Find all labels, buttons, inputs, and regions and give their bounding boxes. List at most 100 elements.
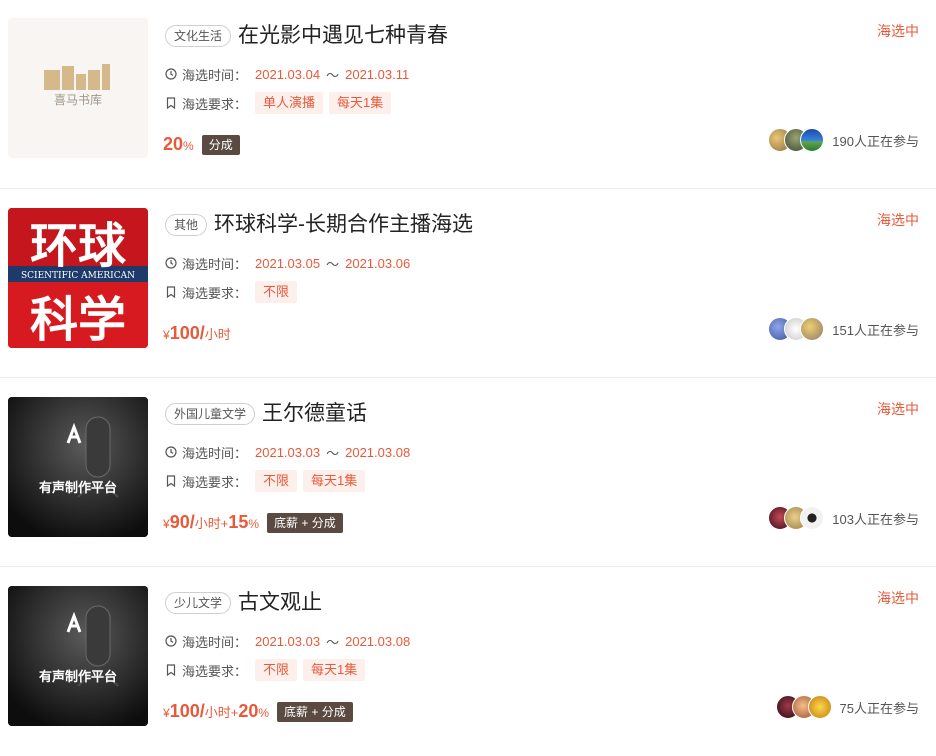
requirements-row: 海选要求： 单人演播 每天1集 xyxy=(165,92,392,114)
reward-share-unit: % xyxy=(258,706,270,720)
currency-symbol: ¥ xyxy=(163,517,170,531)
audition-time-row: 海选时间： 2021.03.05 ～ 2021.03.06 xyxy=(165,252,410,274)
clock-icon xyxy=(165,68,177,80)
participant-count: 75人正在参与 xyxy=(839,700,919,716)
avatar xyxy=(800,506,825,530)
date-separator: ～ xyxy=(326,634,340,650)
avatar-group xyxy=(768,128,825,152)
status-label: 海选中 xyxy=(877,23,919,39)
reward-unit: 小时+ xyxy=(204,705,239,720)
date-end: 2021.03.08 xyxy=(345,633,411,649)
reward-unit: % xyxy=(183,139,194,153)
reward-type-badge: 分成 xyxy=(201,134,240,155)
cover-text: 有声制作平台 xyxy=(39,669,117,685)
item-title[interactable]: 王尔德童话 xyxy=(262,402,367,426)
reward-share-value: 15 xyxy=(228,512,249,532)
reward: ¥ 90/ 小时+ 15 % 底薪 + 分成 xyxy=(163,512,343,533)
cover-text: 有声制作平台 xyxy=(39,480,117,496)
category-tag: 少儿文学 xyxy=(165,592,232,614)
audition-list: 喜马书库 文化生活 在光影中遇见七种青春 海选中 海选时间： 2021.03.0… xyxy=(0,0,936,742)
avatar-group xyxy=(775,695,832,719)
date-start: 2021.03.03 xyxy=(255,633,321,649)
requirement-label: 海选要求： xyxy=(182,474,248,490)
currency-symbol: ¥ xyxy=(163,328,170,342)
requirements-row: 海选要求： 不限 xyxy=(165,281,298,303)
status-label: 海选中 xyxy=(877,590,919,606)
requirement-chip: 单人演播 xyxy=(255,92,324,114)
requirement-label: 海选要求： xyxy=(182,663,248,679)
avatar xyxy=(807,695,832,719)
item-title[interactable]: 在光影中遇见七种青春 xyxy=(238,24,448,48)
status-label: 海选中 xyxy=(877,212,919,228)
bookmark-icon xyxy=(166,664,176,676)
time-label: 海选时间： xyxy=(182,256,248,272)
cover-image[interactable]: 有声制作平台 xyxy=(8,586,148,726)
reward-value: 100/ xyxy=(169,323,205,343)
requirements-row: 海选要求： 不限 每天1集 xyxy=(165,659,366,681)
reward-unit: 小时 xyxy=(204,327,231,342)
date-separator: ～ xyxy=(326,256,340,272)
category-tag: 文化生活 xyxy=(165,25,232,47)
status-label: 海选中 xyxy=(877,401,919,417)
date-start: 2021.03.04 xyxy=(255,66,321,82)
item-title[interactable]: 环球科学-长期合作主播海选 xyxy=(214,213,473,237)
date-end: 2021.03.08 xyxy=(345,444,411,460)
item-title[interactable]: 古文观止 xyxy=(238,591,322,615)
cover-image[interactable]: 喜马书库 xyxy=(8,18,148,158)
participants: 75人正在参与 xyxy=(775,694,919,720)
cover-text: 科学 xyxy=(30,292,126,348)
currency-symbol: ¥ xyxy=(163,706,170,720)
requirement-chip: 每天1集 xyxy=(329,92,392,114)
reward-value: 100/ xyxy=(169,701,205,721)
date-separator: ～ xyxy=(326,67,340,83)
bookmark-icon xyxy=(166,97,176,109)
list-item[interactable]: 环球 SCIENTIFIC AMERICAN 科学 其他 环球科学-长期合作主播… xyxy=(0,189,936,378)
participant-count: 151人正在参与 xyxy=(832,322,919,338)
date-start: 2021.03.03 xyxy=(255,444,321,460)
list-item[interactable]: 有声制作平台 少儿文学 古文观止 海选中 海选时间： 2021.03.03 ～ … xyxy=(0,567,936,756)
reward-share-value: 20 xyxy=(238,701,259,721)
participants: 190人正在参与 xyxy=(768,127,919,153)
date-separator: ～ xyxy=(326,445,340,461)
cover-text: 喜马书库 xyxy=(54,92,102,107)
reward-value: 20 xyxy=(163,134,184,154)
requirement-label: 海选要求： xyxy=(182,285,248,301)
requirement-chip: 不限 xyxy=(255,470,298,492)
reward-unit: 小时+ xyxy=(194,516,229,531)
reward-type-badge: 底薪 + 分成 xyxy=(277,701,353,722)
cover-banner: SCIENTIFIC AMERICAN xyxy=(21,271,135,281)
reward-share-unit: % xyxy=(248,517,260,531)
bookmark-icon xyxy=(166,286,176,298)
requirement-chip: 每天1集 xyxy=(303,659,366,681)
list-item[interactable]: 有声制作平台 外国儿童文学 王尔德童话 海选中 海选时间： 2021.03.03… xyxy=(0,378,936,567)
participants: 151人正在参与 xyxy=(768,316,919,342)
cover-text: 环球 xyxy=(30,218,127,274)
requirement-chip: 不限 xyxy=(255,281,298,303)
date-end: 2021.03.06 xyxy=(345,255,411,271)
time-label: 海选时间： xyxy=(182,67,248,83)
avatar xyxy=(800,317,825,341)
time-label: 海选时间： xyxy=(182,634,248,650)
reward-value: 90/ xyxy=(169,512,195,532)
list-item[interactable]: 喜马书库 文化生活 在光影中遇见七种青春 海选中 海选时间： 2021.03.0… xyxy=(0,0,936,189)
clock-icon xyxy=(165,635,177,647)
reward-type-badge: 底薪 + 分成 xyxy=(267,512,343,533)
requirement-label: 海选要求： xyxy=(182,96,248,112)
bookmark-icon xyxy=(166,475,176,487)
audition-time-row: 海选时间： 2021.03.04 ～ 2021.03.11 xyxy=(165,63,409,85)
category-tag: 其他 xyxy=(165,214,208,236)
reward: 20 % 分成 xyxy=(163,134,240,155)
cover-image[interactable]: 环球 SCIENTIFIC AMERICAN 科学 xyxy=(8,208,148,348)
date-start: 2021.03.05 xyxy=(255,255,321,271)
cover-image[interactable]: 有声制作平台 xyxy=(8,397,148,537)
avatar-group xyxy=(768,317,825,341)
clock-icon xyxy=(165,446,177,458)
requirements-row: 海选要求： 不限 每天1集 xyxy=(165,470,366,492)
requirement-chip: 不限 xyxy=(255,659,298,681)
reward: ¥ 100/ 小时+ 20 % 底薪 + 分成 xyxy=(163,701,353,722)
participant-count: 190人正在参与 xyxy=(832,133,919,149)
time-label: 海选时间： xyxy=(182,445,248,461)
reward: ¥ 100/ 小时 xyxy=(163,323,231,344)
clock-icon xyxy=(165,257,177,269)
participants: 103人正在参与 xyxy=(768,505,919,531)
